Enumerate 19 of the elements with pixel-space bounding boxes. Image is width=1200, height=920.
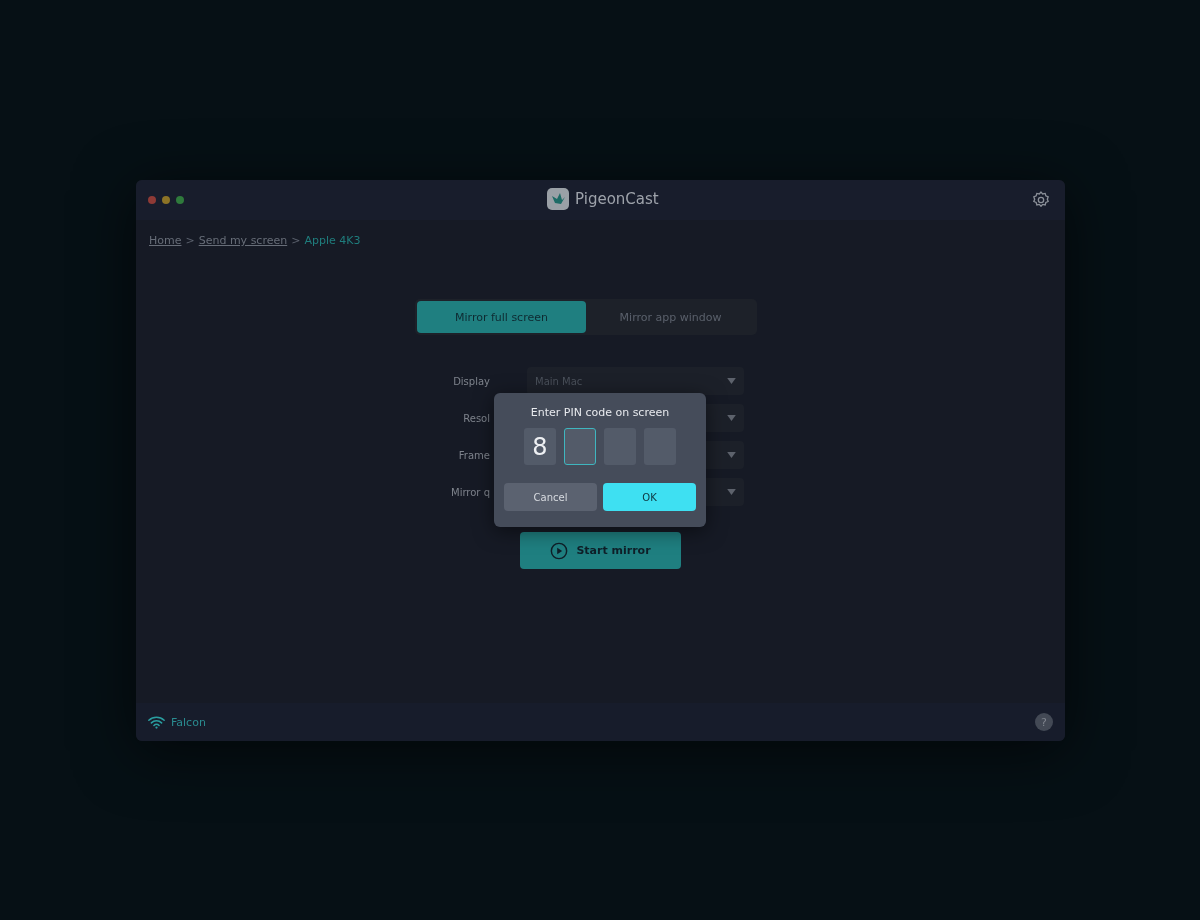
mode-tab[interactable]: Mirror app window [586,301,755,333]
setting-label: Resol [462,412,490,424]
setting-label: Display [452,375,490,387]
start-mirror-button[interactable]: Start mirror [520,532,681,569]
pin-digit-field[interactable]: 8 [524,428,556,465]
dialog-title: Enter PIN code on screen [530,406,670,419]
cancel-button[interactable]: Cancel [504,483,597,511]
window-title: PigeonCast [575,190,659,208]
breadcrumb-current: Apple 4K3 [304,234,361,247]
breadcrumb-link[interactable]: Send my screen [198,234,288,247]
network-name: Falcon [171,715,206,729]
setting-label: Frame [457,449,490,461]
breadcrumb-separator: > [185,234,195,247]
breadcrumb-link[interactable]: Home [149,234,182,247]
setting-label: Mirror q [450,486,490,498]
breadcrumb-separator: > [291,234,301,247]
ok-button[interactable]: OK [603,483,696,511]
mode-tab[interactable]: Mirror full screen [417,301,586,333]
help-button[interactable]: ? [1035,713,1053,731]
